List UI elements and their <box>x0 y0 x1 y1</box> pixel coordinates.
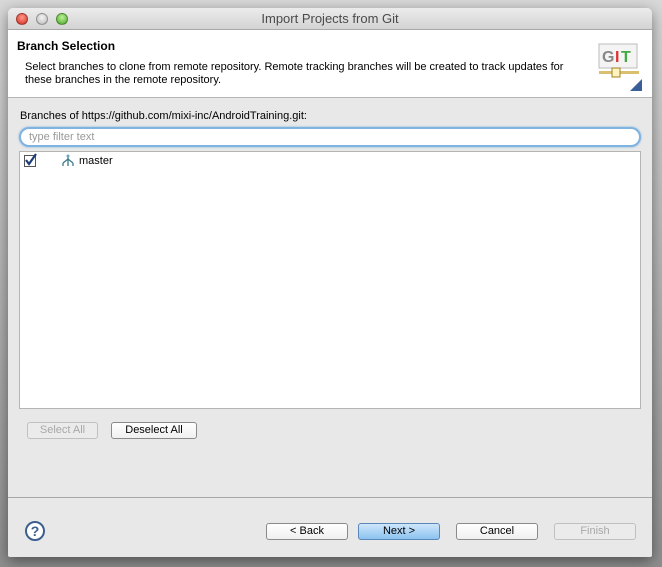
svg-text:G: G <box>602 49 614 66</box>
import-dialog: Import Projects from Git Branch Selectio… <box>8 8 652 557</box>
list-item[interactable]: master <box>22 153 113 169</box>
branch-icon <box>62 154 74 166</box>
branch-name: master <box>79 155 113 167</box>
wizard-header: Branch Selection Select branches to clon… <box>8 30 652 98</box>
branch-list: master <box>19 151 641 409</box>
branch-checkbox[interactable] <box>24 153 37 167</box>
back-button[interactable]: < Back <box>266 523 348 540</box>
deselect-all-button[interactable]: Deselect All <box>111 422 197 439</box>
git-icon: G I T <box>598 43 642 91</box>
svg-text:T: T <box>621 49 631 66</box>
select-all-button[interactable]: Select All <box>27 422 98 439</box>
finish-button[interactable]: Finish <box>554 523 636 540</box>
page-description: Select branches to clone from remote rep… <box>25 61 564 86</box>
filter-input[interactable] <box>19 127 641 147</box>
page-title: Branch Selection <box>17 39 116 53</box>
cancel-button[interactable]: Cancel <box>456 523 538 540</box>
divider <box>8 497 652 498</box>
branches-label: Branches of https://github.com/mixi-inc/… <box>20 110 307 122</box>
title-bar: Import Projects from Git <box>8 8 652 30</box>
close-button[interactable] <box>16 13 28 25</box>
window-title: Import Projects from Git <box>261 11 399 26</box>
help-icon[interactable]: ? <box>25 521 45 541</box>
minimize-button[interactable] <box>36 13 48 25</box>
zoom-button[interactable] <box>56 13 68 25</box>
next-button[interactable]: Next > <box>358 523 440 540</box>
svg-text:I: I <box>615 49 619 66</box>
